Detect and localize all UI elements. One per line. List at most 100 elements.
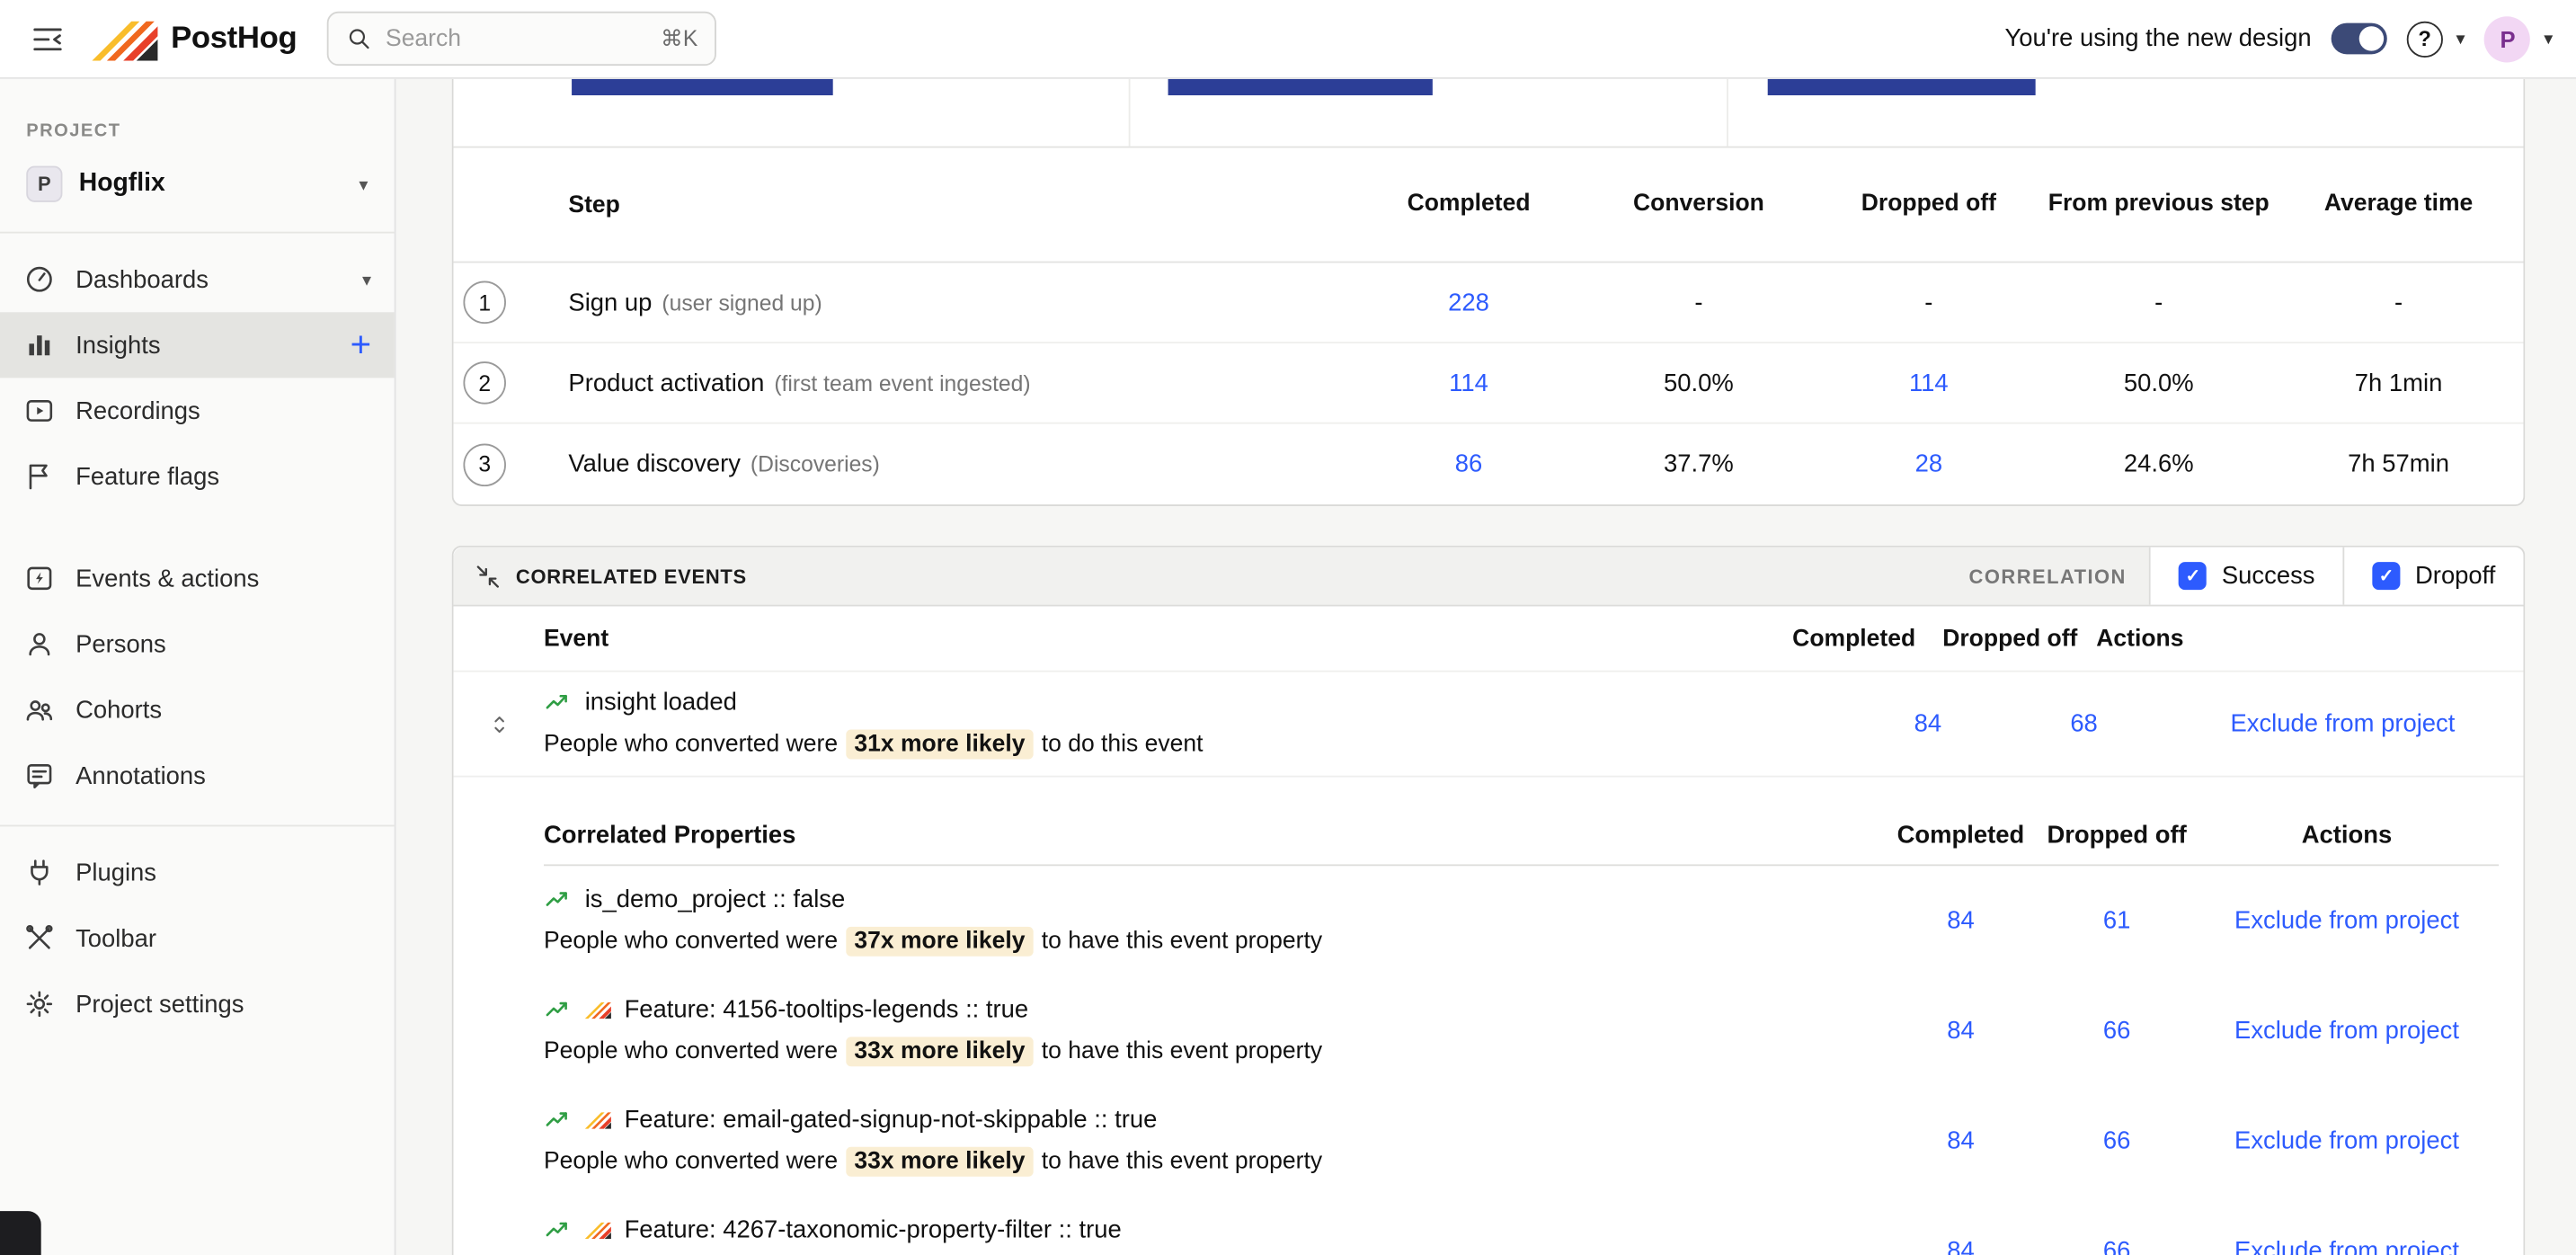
from-previous-value: 50.0% [2044,369,2274,396]
posthog-flag-icon [585,1001,611,1019]
average-time-value: 7h 1min [2274,369,2524,396]
sidebar-item-label: Project settings [76,990,371,1018]
completed-count-link[interactable]: 86 [1354,450,1584,478]
funnel-bars-strip [453,79,2523,148]
sentence-prefix: People who converted were [544,929,838,955]
conversion-value: 50.0% [1584,369,1814,396]
dropoff-filter-checkbox[interactable]: ✓ Dropoff [2343,547,2524,605]
filter-label: Success [2222,562,2315,590]
from-previous-value: - [2044,289,2274,316]
sidebar-item-feature-flags[interactable]: Feature flags [0,444,395,510]
completed-count-link[interactable]: 84 [1850,710,2006,738]
step-name: Product activation [568,369,764,396]
new-design-toggle[interactable] [2332,23,2387,55]
new-insight-button[interactable]: + [351,327,372,363]
dropped-off-count-link[interactable]: 66 [2039,1127,2195,1155]
sidebar-divider [0,825,395,827]
correlated-events-card: CORRELATED EVENTS CORRELATION ✓ Success … [452,546,2526,1255]
step-detail: (user signed up) [662,290,822,315]
sidebar-item-label: Dashboards [76,265,342,293]
search-shortcut: ⌘K [661,25,697,51]
exclude-from-project-link[interactable]: Exclude from project [2195,907,2499,935]
sentence-prefix: People who converted were [544,731,838,757]
funnel-bar[interactable] [1168,79,1433,95]
completed-count-link[interactable]: 228 [1354,289,1584,316]
step-detail: (Discoveries) [751,452,880,476]
funnel-bar[interactable] [1768,79,2036,95]
posthog-logo[interactable]: PostHog [92,17,297,60]
sidebar-item-toolbar[interactable]: Toolbar [0,905,395,971]
multiplier-highlight: 33x more likely [846,1037,1033,1066]
user-chevron-down-icon[interactable]: ▾ [2544,28,2553,49]
correlated-events-title: CORRELATED EVENTS [516,565,747,588]
global-search[interactable]: ⌘K [326,12,715,66]
sidebar-item-dashboards[interactable]: Dashboards ▾ [0,246,395,312]
sidebar-spacer [0,510,395,546]
completed-count-link[interactable]: 114 [1354,369,1584,396]
dropped-off-count-link[interactable]: 61 [2039,907,2195,935]
step-number-badge: 1 [463,281,506,325]
sidebar-item-label: Insights [76,331,331,359]
step-row: 2 Product activation(first team event in… [453,343,2523,424]
sidebar-item-plugins[interactable]: Plugins [0,840,395,905]
dropped-off-value: - [1814,289,2044,316]
sidebar-item-events-actions[interactable]: Events & actions [0,546,395,611]
dropped-off-count-link[interactable]: 66 [2039,1237,2195,1255]
sidebar-item-cohorts[interactable]: Cohorts [0,677,395,743]
sidebar-toggle-icon[interactable] [23,14,73,64]
exclude-from-project-link[interactable]: Exclude from project [2195,1017,2499,1045]
sidebar-item-persons[interactable]: Persons [0,611,395,677]
exclude-from-project-link[interactable]: Exclude from project [2195,1237,2499,1255]
success-filter-checkbox[interactable]: ✓ Success [2149,547,2342,605]
completed-count-link[interactable]: 84 [1883,907,2039,935]
property-name: Feature: email-gated-signup-not-skippabl… [625,1106,1158,1134]
correlated-event-row: insight loaded People who converted were… [453,672,2523,778]
completed-count-link[interactable]: 84 [1883,1237,2039,1255]
user-avatar[interactable]: P [2484,15,2530,61]
project-switcher[interactable]: P Hogflix ▾ [0,156,395,212]
multiplier-highlight: 31x more likely [846,730,1033,760]
sidebar-item-project-settings[interactable]: Project settings [0,971,395,1037]
dashboard-icon [23,263,57,296]
help-icon[interactable]: ? [2407,21,2443,57]
search-input[interactable] [386,25,648,51]
correlation-filters: CORRELATION ✓ Success ✓ Dropoff [1969,547,2524,605]
step-name: Sign up [568,289,652,316]
help-chevron-down-icon[interactable]: ▾ [2456,28,2465,49]
search-icon [344,24,372,52]
sentence-suffix: to have this event property [1042,929,1322,955]
col-event: Event [544,625,1776,651]
dropped-off-count-link[interactable]: 68 [2006,710,2163,738]
completed-count-link[interactable]: 84 [1883,1127,2039,1155]
sidebar-item-label: Persons [76,630,371,658]
exclude-from-project-link[interactable]: Exclude from project [2195,1127,2499,1155]
col-step: Step [568,191,1354,218]
sidebar-item-annotations[interactable]: Annotations [0,743,395,808]
posthog-flag-icon [585,1221,611,1239]
dropped-off-count-link[interactable]: 66 [2039,1017,2195,1045]
correlation-filter-label: CORRELATION [1969,565,2127,588]
sidebar-item-label: Toolbar [76,924,371,952]
main-content: Step Completed Conversion Dropped off Fr… [395,79,2575,1255]
expand-collapse-icon[interactable] [453,711,544,737]
cohorts-icon [23,693,57,726]
project-name: Hogflix [79,169,342,199]
dropped-off-count-link[interactable]: 114 [1814,369,2044,396]
col-correlated-properties: Correlated Properties [544,822,1883,850]
sidebar-item-recordings[interactable]: Recordings [0,378,395,443]
funnel-column-divider [1129,79,1131,147]
sidebar: PROJECT P Hogflix ▾ Dashboards ▾ Insight… [0,79,395,1255]
person-icon [23,628,57,661]
bottom-left-corner-widget[interactable] [0,1211,41,1255]
funnel-bar[interactable] [572,79,833,95]
exclude-from-project-link[interactable]: Exclude from project [2162,710,2523,738]
sidebar-item-insights[interactable]: Insights + [0,312,395,378]
col-completed: Completed [1883,822,2039,850]
steps-table-header: Step Completed Conversion Dropped off Fr… [453,148,2523,263]
completed-count-link[interactable]: 84 [1883,1017,2039,1045]
dropped-off-count-link[interactable]: 28 [1814,450,2044,478]
step-detail: (first team event ingested) [774,370,1030,395]
correlated-property-row: Feature: 4156-tooltips-legends :: true P… [544,976,2499,1086]
from-previous-value: 24.6% [2044,450,2274,478]
step-name: Value discovery [568,450,741,478]
